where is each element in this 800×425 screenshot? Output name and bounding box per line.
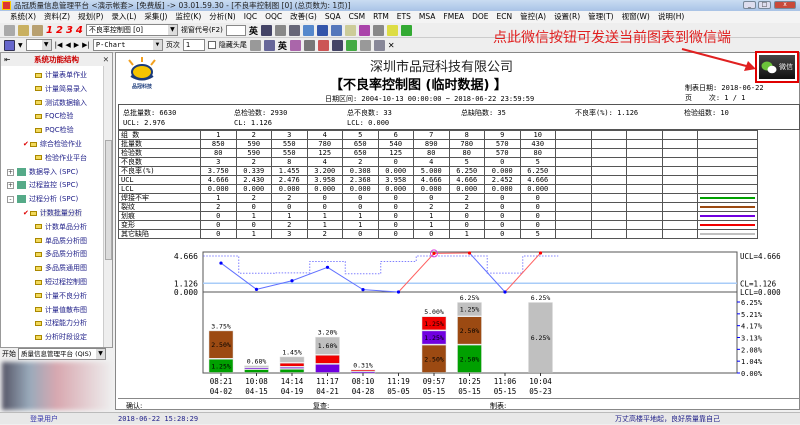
p-line-segment <box>257 281 293 290</box>
right-tick-label: 5.21% <box>741 311 763 319</box>
data-point <box>468 251 471 254</box>
segment-label: 1.25% <box>460 306 480 314</box>
left-tick-label: 0.000 <box>174 288 198 297</box>
data-point <box>326 266 329 269</box>
status-motto: 万丈高楼平地起，良好质量靠自己 <box>615 413 720 425</box>
x-date-label: 04-02 <box>210 387 233 396</box>
wechat-highlight: 微信 <box>755 51 799 83</box>
status-bar: 登录用户 2018-06-22 15:28:29 万丈高楼平地起，良好质量靠自己 <box>0 412 800 424</box>
p-line-segment <box>399 253 435 292</box>
x-date-label: 04-19 <box>281 387 304 396</box>
x-time-label: 14:14 <box>281 377 304 386</box>
bar-segment <box>280 363 304 366</box>
p-line-segment <box>505 253 541 292</box>
x-time-label: 10:04 <box>529 377 552 386</box>
x-date-label: 04-21 <box>316 387 339 396</box>
bar-total-label: 3.20% <box>318 329 338 337</box>
segment-label: 1.60% <box>318 342 338 350</box>
x-date-label: 04-15 <box>245 387 268 396</box>
x-time-label: 11:17 <box>316 377 339 386</box>
bar-total-label: 1.45% <box>282 348 302 356</box>
bar-segment <box>245 366 269 367</box>
segment-label: 2.50% <box>211 341 231 349</box>
bar-segment <box>316 364 340 372</box>
bar-total-label: 6.25% <box>531 294 551 302</box>
x-time-label: 08:10 <box>352 377 375 386</box>
segment-label: 1.25% <box>424 320 444 328</box>
left-tick-label: 1.126 <box>174 279 198 288</box>
x-date-label: 05-23 <box>529 387 552 396</box>
signature-row: 确认: 复查: 制表: <box>118 398 800 410</box>
right-tick-label: 6.25% <box>741 299 763 307</box>
bar-segment <box>245 370 269 373</box>
bar-total-label: 6.25% <box>460 294 480 302</box>
right-tick-label: 2.08% <box>741 346 763 354</box>
bar-segment <box>280 369 304 372</box>
wechat-button[interactable]: 微信 <box>759 55 795 79</box>
p-line-segment <box>292 267 328 280</box>
x-time-label: 08:21 <box>210 377 233 386</box>
data-point <box>361 288 364 291</box>
right-limit-label: CL=1.126 <box>740 279 777 288</box>
bar-segment <box>280 367 304 368</box>
bar-total-label: 0.31% <box>353 362 373 370</box>
data-point <box>397 290 400 293</box>
right-limit-label: UCL=4.666 <box>740 252 781 261</box>
review-label: 复查: <box>313 401 329 411</box>
confirm-label: 确认: <box>126 401 142 411</box>
segment-label: 1.25% <box>424 334 444 342</box>
data-point <box>539 251 542 254</box>
bar-segment <box>316 355 340 363</box>
right-limit-label: LCL=0.000 <box>740 288 781 297</box>
right-tick-label: 0.00% <box>741 370 763 378</box>
bar-segment <box>351 370 375 371</box>
login-user: 登录用户 <box>30 413 58 425</box>
x-time-label: 09:57 <box>423 377 446 386</box>
x-date-label: 05-05 <box>387 387 410 396</box>
annotation-arrow <box>680 45 760 75</box>
right-tick-label: 3.13% <box>741 335 763 343</box>
left-tick-label: 4.666 <box>174 252 198 261</box>
x-date-label: 05-15 <box>458 387 481 396</box>
segment-label: 1.25% <box>211 362 231 370</box>
data-point <box>255 288 258 291</box>
segment-label: 2.50% <box>460 355 480 363</box>
annotation-text: 点此微信按钮可发送当前图表到微信端 <box>493 27 731 47</box>
bar-segment <box>351 372 375 373</box>
x-time-label: 10:25 <box>458 377 481 386</box>
wechat-label: 微信 <box>779 62 793 72</box>
p-line-segment <box>221 263 257 289</box>
bar-total-label: 5.00% <box>424 308 444 316</box>
data-point <box>219 261 222 264</box>
right-tick-label: 4.17% <box>741 323 763 331</box>
data-point <box>503 290 506 293</box>
x-date-label: 04-28 <box>352 387 375 396</box>
bar-total-label: 3.75% <box>211 322 231 330</box>
segment-label: 2.50% <box>424 355 444 363</box>
x-time-label: 11:06 <box>494 377 517 386</box>
x-time-label: 10:08 <box>245 377 268 386</box>
x-time-label: 11:19 <box>387 377 410 386</box>
status-datetime: 2018-06-22 15:28:29 <box>118 413 198 425</box>
bar-segment <box>280 357 304 362</box>
x-date-label: 05-15 <box>494 387 517 396</box>
wechat-icon <box>761 61 777 74</box>
right-tick-label: 1.04% <box>741 358 763 366</box>
x-date-label: 05-15 <box>423 387 446 396</box>
data-point <box>290 279 293 282</box>
data-point <box>432 252 435 255</box>
ucl-line <box>203 256 558 274</box>
segment-label: 2.50% <box>460 327 480 335</box>
segment-label: 6.25% <box>531 334 551 342</box>
bar-segment <box>245 368 269 369</box>
bar-total-label: 0.68% <box>247 357 267 365</box>
made-label: 制表: <box>490 401 506 411</box>
